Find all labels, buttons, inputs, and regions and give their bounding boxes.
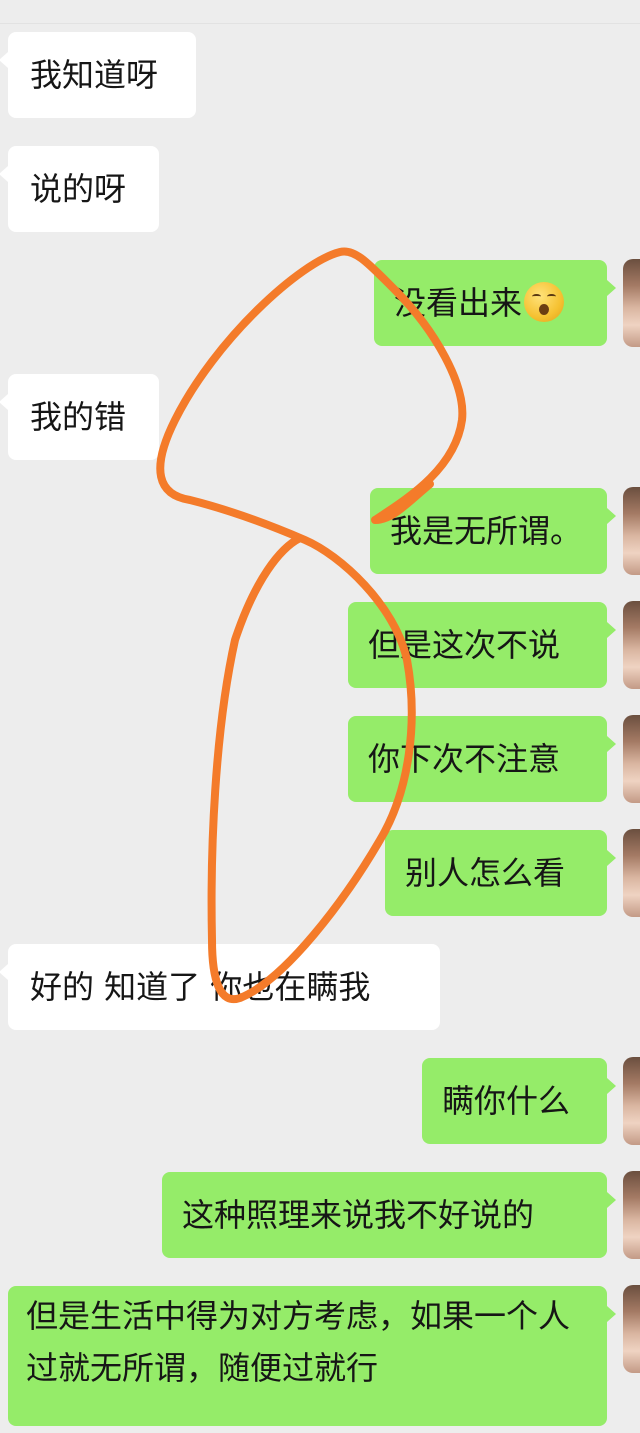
message-text: 我是无所谓。 xyxy=(390,512,583,550)
message-bubble-outgoing[interactable]: 你下次不注意 xyxy=(348,715,640,803)
message-bubble-incoming[interactable]: 我的错 xyxy=(0,374,159,460)
message-bubble-outgoing[interactable]: 没看出来 xyxy=(374,259,640,347)
message-text: 我的错 xyxy=(30,398,127,436)
message-text: 你下次不注意 xyxy=(368,740,561,778)
message-bubble-outgoing[interactable]: 别人怎么看 xyxy=(385,829,640,917)
message-bubble-outgoing[interactable]: 但是这次不说 xyxy=(348,601,640,689)
message-bubble-incoming[interactable]: 好的 知道了 你也在瞒我 xyxy=(0,944,440,1030)
avatar[interactable] xyxy=(623,601,640,689)
avatar[interactable] xyxy=(623,1057,640,1145)
message-bubble-outgoing[interactable]: 但是生活中得为对方考虑，如果一个人过就无所谓，随便过就行 xyxy=(8,1285,640,1426)
message-text: 别人怎么看 xyxy=(405,854,566,892)
top-divider xyxy=(0,23,640,24)
message-text: 但是这次不说 xyxy=(368,626,561,664)
message-text: 瞒你什么 xyxy=(442,1082,571,1120)
message-bubble-outgoing[interactable]: 我是无所谓。 xyxy=(370,487,640,575)
avatar[interactable] xyxy=(623,1171,640,1259)
message-text: 这种照理来说我不好说的 xyxy=(182,1196,535,1234)
avatar[interactable] xyxy=(623,715,640,803)
message-bubble-incoming[interactable]: 我知道呀 xyxy=(0,32,196,118)
message-text: 好的 知道了 你也在瞒我 xyxy=(30,968,371,1006)
avatar[interactable] xyxy=(623,259,640,347)
message-text: 说的呀 xyxy=(30,170,127,208)
avatar[interactable] xyxy=(623,487,640,575)
message-bubble-outgoing[interactable]: 这种照理来说我不好说的 xyxy=(162,1171,640,1259)
message-text: 没看出来 xyxy=(394,284,523,322)
kissing-face-emoji-icon xyxy=(524,282,565,322)
avatar[interactable] xyxy=(623,1285,640,1373)
message-text: 我知道呀 xyxy=(30,56,159,94)
message-bubble-incoming[interactable]: 说的呀 xyxy=(0,146,159,232)
message-bubble-outgoing[interactable]: 瞒你什么 xyxy=(422,1057,640,1145)
message-text: 但是生活中得为对方考虑，如果一个人过就无所谓，随便过就行 xyxy=(26,1297,571,1387)
avatar[interactable] xyxy=(623,829,640,917)
